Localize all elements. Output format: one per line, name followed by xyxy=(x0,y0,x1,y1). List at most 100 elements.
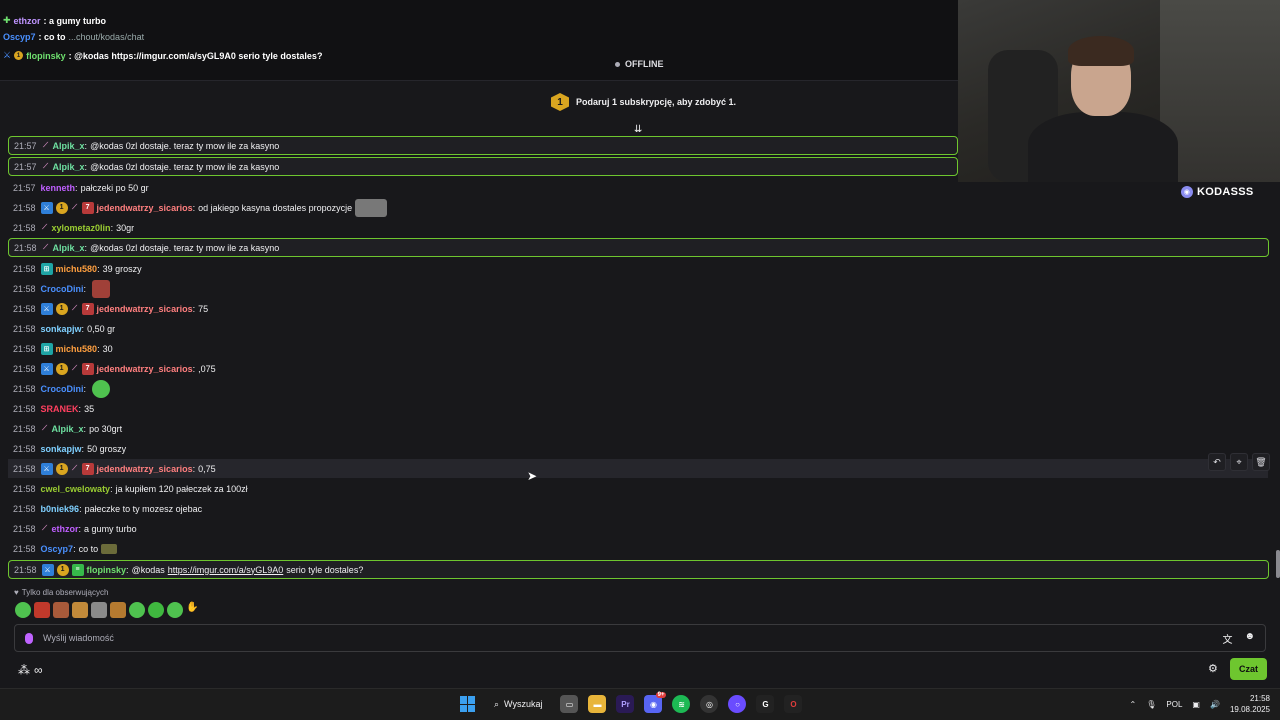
channel-points[interactable]: ⁂ ∞ xyxy=(18,663,43,677)
chat-message[interactable]: 21:58 ⚔ 1 ⟋ 7 jedendwatrzy_sicarios: od jakieg… xyxy=(8,198,958,217)
microphone-icon[interactable] xyxy=(25,632,33,644)
chat-message[interactable]: 21:58 ⚔ 1 ≡ flopinsky: @kodas https://imgur.co… xyxy=(8,560,1269,579)
chat-username[interactable]: xylometaz0lin xyxy=(52,223,111,233)
gift-badge-icon[interactable]: 1 xyxy=(55,201,68,214)
chat-message[interactable]: 21:58 sonkapjw:0,50 gr xyxy=(8,319,958,338)
chat-message-input[interactable] xyxy=(43,633,1223,643)
chat-message[interactable]: 21:57 ⟋ Alpik_x: @kodas 0zl dostaje. teraz … xyxy=(8,157,958,176)
emote-icon[interactable] xyxy=(53,602,69,618)
sub-promo-bar[interactable] xyxy=(0,80,958,128)
wand-badge-icon[interactable]: ⟋ xyxy=(71,202,79,214)
gift-badge-icon[interactable]: 1 xyxy=(55,462,68,475)
wand-badge-icon[interactable]: ⟋ xyxy=(42,140,50,152)
chat-username[interactable]: Alpik_x xyxy=(53,243,85,253)
chat-username[interactable]: jedendwatrzy_sicarios xyxy=(97,364,193,374)
premiere-icon[interactable]: Pr xyxy=(616,695,635,713)
grid-badge-icon[interactable]: ⊞ xyxy=(40,262,53,275)
chat-message[interactable]: 21:58 b0niek96: pałeczke to ty mozesz ojeb… xyxy=(8,499,958,518)
chat-message[interactable]: 21:58 ⚔ 1 ⟋ 7 jedendwatrzy_sicarios:75 xyxy=(8,299,958,318)
opera-icon[interactable]: O xyxy=(784,695,803,713)
tray-chevron-icon[interactable]: ⌃ xyxy=(1130,700,1137,709)
task-view-icon[interactable]: ▭ xyxy=(560,695,579,713)
wand-badge-icon[interactable]: ⟋ xyxy=(42,161,50,173)
taskbar-clock[interactable]: 21:58 19.08.2025 xyxy=(1230,693,1270,715)
chat-username[interactable]: flopinsky xyxy=(87,565,127,575)
emoji-icon[interactable]: ☻ xyxy=(1244,631,1255,646)
subscriber-badge-icon[interactable]: 7 xyxy=(81,362,94,375)
send-chat-button[interactable]: Czat xyxy=(1230,658,1267,680)
chat-message[interactable]: 21:58 ⚔ 1 ⟋ 7 jedendwatrzy_sicarios:0,75 xyxy=(8,459,1268,478)
emote-icon[interactable] xyxy=(91,602,107,618)
chat-message[interactable]: 21:58 CrocoDini: xyxy=(8,279,958,298)
emote-icon[interactable] xyxy=(167,602,183,618)
language-indicator[interactable]: POL xyxy=(1166,700,1182,709)
chat-message[interactable]: 21:58 SRANEK:35 xyxy=(8,399,958,418)
sword-badge-icon[interactable]: ⚔ xyxy=(40,362,53,375)
wand-badge-icon[interactable]: ⟋ xyxy=(71,463,79,475)
chat-message[interactable]: 21:58 ⊞ michu580:30 xyxy=(8,339,958,358)
chat-username[interactable]: michu580 xyxy=(56,344,98,354)
wand-badge-icon[interactable]: ⟋ xyxy=(41,423,49,435)
chat-username[interactable]: b0niek96 xyxy=(41,504,80,514)
chat-emote-icon[interactable] xyxy=(101,543,118,554)
chat-username[interactable]: SRANEK xyxy=(41,404,79,414)
message-link[interactable]: https://imgur.com/a/syGL9A0 xyxy=(168,565,284,575)
chat-emote-icon[interactable] xyxy=(92,379,111,398)
chat-message[interactable]: 21:58 ⚔ 1 ⟋ 7 jedendwatrzy_sicarios: ,075 xyxy=(8,359,958,378)
chat-message[interactable]: 21:58 cwel_cwelowaty: ja kupiłem 120 pałec… xyxy=(8,479,958,498)
sword-badge-icon[interactable]: ⚔ xyxy=(40,302,53,315)
gift-badge-icon[interactable]: 1 xyxy=(56,563,69,576)
volume-icon[interactable]: 🔊 xyxy=(1210,700,1220,709)
wand-badge-icon[interactable]: ⟋ xyxy=(42,242,50,254)
chat-message[interactable]: 21:58 ⟋ xylometaz0lin:30gr xyxy=(8,218,958,237)
chat-message[interactable]: 21:58 ⟋ Alpik_x: @kodas 0zl dostaje. teraz … xyxy=(8,238,1269,257)
emote-icon[interactable] xyxy=(34,602,50,618)
chat-username[interactable]: jedendwatrzy_sicarios xyxy=(97,464,193,474)
wand-badge-icon[interactable]: ⟋ xyxy=(71,303,79,315)
subscriber-badge-icon[interactable]: 7 xyxy=(81,201,94,214)
chat-message[interactable]: 21:57 ⟋ Alpik_x: @kodas 0zl dostaje. teraz … xyxy=(8,136,958,155)
chat-message[interactable]: 21:58 Oscyp7: co to xyxy=(8,539,958,558)
sword-badge-icon[interactable]: ⚔ xyxy=(40,462,53,475)
discord-taskbar-icon[interactable]: ◉ 9+ xyxy=(644,692,667,713)
wand-badge-icon[interactable]: ⟋ xyxy=(41,222,49,234)
emote-icon[interactable] xyxy=(72,602,88,618)
wand-badge-icon[interactable]: ⟋ xyxy=(71,363,79,375)
subscriber-badge-icon[interactable]: 7 xyxy=(81,302,94,315)
chat-username[interactable]: jedendwatrzy_sicarios xyxy=(97,203,193,213)
wand-badge-icon[interactable]: ⟋ xyxy=(41,523,49,535)
chat-input-box[interactable]: 文 ☻ xyxy=(14,624,1266,652)
reply-icon[interactable]: ↶ xyxy=(1208,453,1226,471)
chat-message[interactable]: 21:58 sonkapjw:50 groszy xyxy=(8,439,958,458)
pin-icon[interactable]: ⌖ xyxy=(1230,453,1248,471)
obs-icon[interactable]: ◎ xyxy=(700,695,719,713)
chat-username[interactable]: CrocoDini xyxy=(41,384,84,394)
chat-username[interactable]: CrocoDini xyxy=(41,284,84,294)
chat-username[interactable]: cwel_cwelowaty xyxy=(41,484,111,494)
chat-message[interactable]: 21:58 ⟋ ethzor: a gumy turbo xyxy=(8,519,958,538)
chat-username[interactable]: Oscyp7 xyxy=(41,544,74,554)
app-ring-icon[interactable]: ○ xyxy=(728,695,747,713)
network-icon[interactable]: ▣ xyxy=(1192,700,1200,709)
chat-username[interactable]: sonkapjw xyxy=(41,444,82,454)
chat-username[interactable]: Alpik_x xyxy=(52,424,84,434)
chat-message[interactable]: 21:58 ⊞ michu580:39 groszy xyxy=(8,259,958,278)
tray-mic-icon[interactable]: 🎙 xyxy=(1146,700,1156,709)
hand-emote-icon[interactable]: ✋ xyxy=(186,602,202,618)
emote-icon[interactable] xyxy=(110,602,126,618)
chat-username[interactable]: sonkapjw xyxy=(41,324,82,334)
taskbar-search[interactable]: ⌕ Wyszukaj xyxy=(486,699,550,710)
translate-icon[interactable]: 文 xyxy=(1222,631,1232,646)
chat-username[interactable]: ethzor xyxy=(52,524,79,534)
stack-badge-icon[interactable]: ≡ xyxy=(71,563,84,576)
sword-badge-icon[interactable]: ⚔ xyxy=(41,563,54,576)
windows-start-icon[interactable] xyxy=(460,696,476,712)
emote-icon[interactable] xyxy=(129,602,145,618)
chat-username[interactable]: kenneth xyxy=(41,183,76,193)
sub-promo-text[interactable]: Podaruj 1 subskrypcję, aby zdobyć 1. xyxy=(576,97,736,107)
emote-icon[interactable] xyxy=(148,602,164,618)
chat-username[interactable]: jedendwatrzy_sicarios xyxy=(97,304,193,314)
chat-username[interactable]: Alpik_x xyxy=(53,141,85,151)
scroll-down-icon[interactable]: ⇊ xyxy=(634,124,642,135)
gift-badge-icon[interactable]: 1 xyxy=(55,302,68,315)
